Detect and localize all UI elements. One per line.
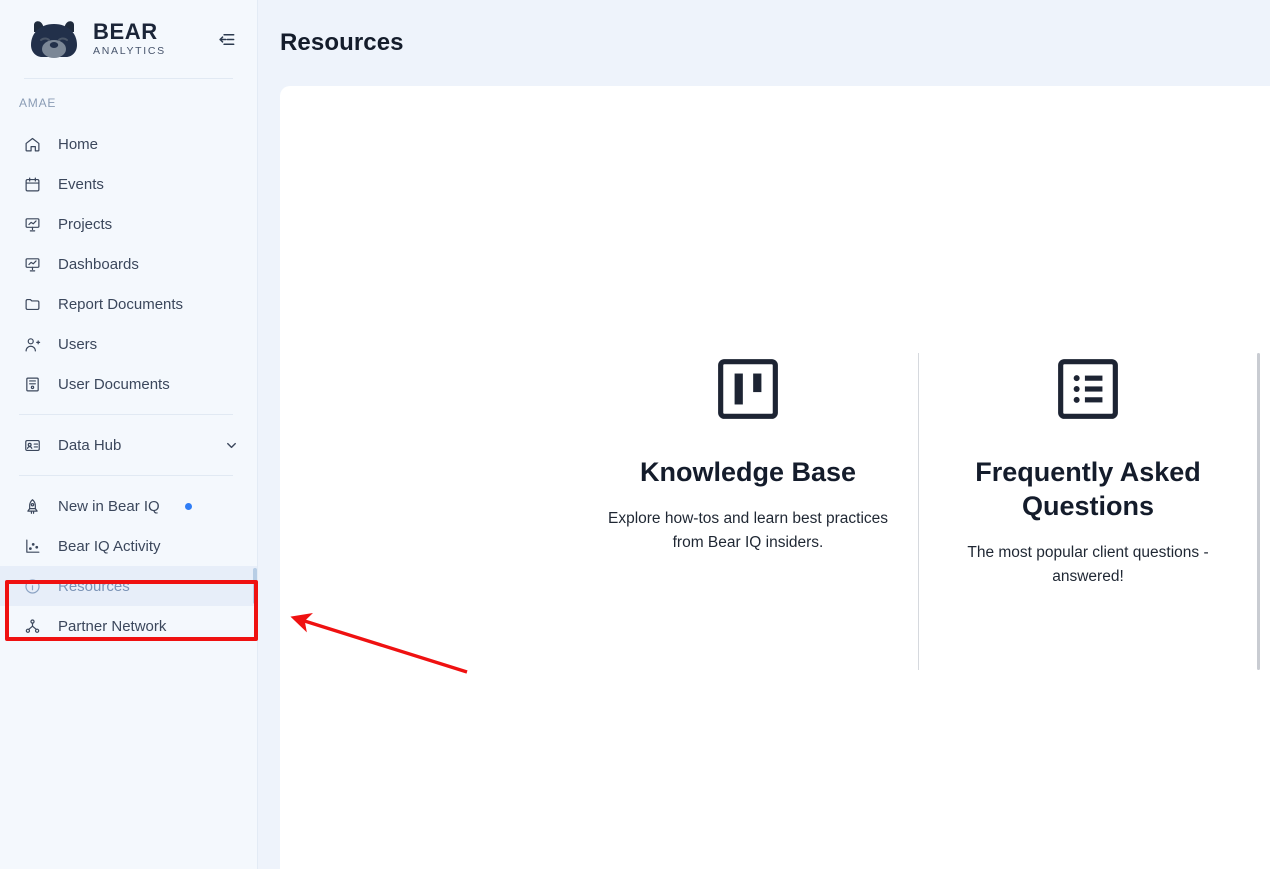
sidebar-item-dashboards[interactable]: Dashboards bbox=[0, 244, 257, 284]
sidebar-item-home[interactable]: Home bbox=[0, 124, 257, 164]
resource-card-title: Frequently Asked Questions bbox=[948, 455, 1228, 523]
sidebar-item-label: Home bbox=[58, 136, 98, 153]
home-icon bbox=[24, 136, 41, 153]
org-label: AMAE bbox=[0, 79, 257, 120]
info-circle-icon bbox=[24, 578, 41, 595]
page-header: Resources bbox=[258, 0, 1270, 86]
resource-card-title: Knowledge Base bbox=[608, 455, 888, 489]
sidebar-item-label: Dashboards bbox=[58, 256, 139, 273]
sidebar-item-projects[interactable]: Projects bbox=[0, 204, 257, 244]
sidebar-item-user-documents[interactable]: User Documents bbox=[0, 364, 257, 404]
brand-name: BEAR bbox=[93, 21, 166, 43]
sidebar-item-label: Projects bbox=[58, 216, 112, 233]
id-card-icon bbox=[24, 437, 41, 454]
bulleted-list-box-icon bbox=[948, 353, 1228, 425]
resource-card-description: Explore how-tos and learn best practices… bbox=[608, 507, 888, 555]
calendar-icon bbox=[24, 176, 41, 193]
collapse-sidebar-icon[interactable] bbox=[213, 26, 239, 52]
presentation-chart-icon bbox=[24, 256, 41, 273]
sidebar-divider bbox=[19, 414, 233, 415]
sidebar-item-label: Data Hub bbox=[58, 437, 121, 454]
sidebar-item-label: Report Documents bbox=[58, 296, 183, 313]
sidebar-item-label: Users bbox=[58, 336, 97, 353]
sidebar-item-partner-network[interactable]: Partner Network bbox=[0, 606, 257, 646]
main-area: Resources Knowledge Base Explore how-tos… bbox=[258, 0, 1270, 869]
resource-card-faq[interactable]: Frequently Asked Questions The most popu… bbox=[918, 353, 1258, 589]
presentation-chart-icon bbox=[24, 216, 41, 233]
bear-head-icon bbox=[24, 19, 84, 59]
network-icon bbox=[24, 618, 41, 635]
new-indicator-dot bbox=[185, 503, 192, 510]
resources-content-panel: Knowledge Base Explore how-tos and learn… bbox=[280, 86, 1270, 869]
sidebar-item-label: User Documents bbox=[58, 376, 170, 393]
sidebar: BEAR ANALYTICS AMAE bbox=[0, 0, 258, 869]
sidebar-item-label: New in Bear IQ bbox=[58, 498, 160, 515]
user-group-icon bbox=[24, 336, 41, 353]
document-user-icon bbox=[24, 376, 41, 393]
sidebar-item-label: Resources bbox=[58, 578, 130, 595]
scatter-chart-icon bbox=[24, 538, 41, 555]
sidebar-item-events[interactable]: Events bbox=[0, 164, 257, 204]
app-root: BEAR ANALYTICS AMAE bbox=[0, 0, 1270, 869]
sidebar-item-new-in-bear-iq[interactable]: New in Bear IQ bbox=[0, 486, 257, 526]
sidebar-item-bear-iq-activity[interactable]: Bear IQ Activity bbox=[0, 526, 257, 566]
sidebar-item-users[interactable]: Users bbox=[0, 324, 257, 364]
sidebar-item-label: Events bbox=[58, 176, 104, 193]
folder-icon bbox=[24, 296, 41, 313]
resource-cards-row: Knowledge Base Explore how-tos and learn… bbox=[280, 353, 1270, 589]
sidebar-item-report-documents[interactable]: Report Documents bbox=[0, 284, 257, 324]
resource-card-knowledge-base[interactable]: Knowledge Base Explore how-tos and learn… bbox=[578, 353, 918, 555]
sidebar-item-label: Bear IQ Activity bbox=[58, 538, 161, 555]
resource-card-description: The most popular client questions - answ… bbox=[948, 541, 1228, 589]
sidebar-item-resources[interactable]: Resources bbox=[0, 566, 257, 606]
sidebar-divider bbox=[19, 475, 233, 476]
sidebar-nav: Home Events bbox=[0, 120, 257, 646]
brand-logo[interactable]: BEAR ANALYTICS bbox=[24, 19, 213, 59]
sidebar-item-label: Partner Network bbox=[58, 618, 166, 635]
rocket-icon bbox=[24, 498, 41, 515]
page-title: Resources bbox=[280, 29, 404, 57]
brand-subtitle: ANALYTICS bbox=[93, 46, 166, 57]
chevron-down-icon[interactable] bbox=[224, 438, 239, 453]
brand-text: BEAR ANALYTICS bbox=[93, 21, 166, 57]
sidebar-item-data-hub[interactable]: Data Hub bbox=[0, 425, 257, 465]
vertical-scrollbar[interactable] bbox=[1257, 353, 1260, 670]
board-columns-icon bbox=[608, 353, 888, 425]
sidebar-header: BEAR ANALYTICS bbox=[0, 0, 257, 78]
